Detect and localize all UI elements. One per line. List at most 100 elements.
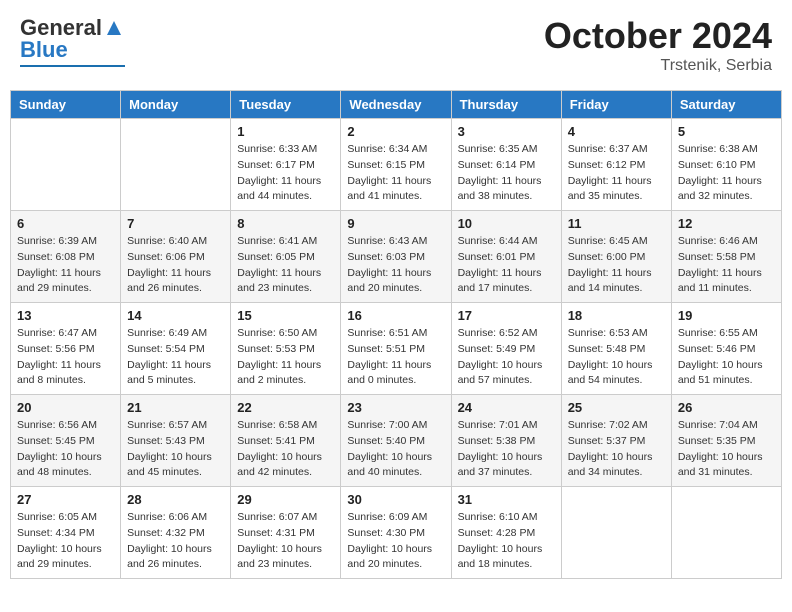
table-row: 17 Sunrise: 6:52 AMSunset: 5:49 PMDaylig… xyxy=(451,303,561,395)
day-info: Sunrise: 6:52 AMSunset: 5:49 PMDaylight:… xyxy=(458,326,555,389)
table-row: 31 Sunrise: 6:10 AMSunset: 4:28 PMDaylig… xyxy=(451,487,561,579)
day-number: 6 xyxy=(17,216,114,231)
day-number: 12 xyxy=(678,216,775,231)
month-title: October 2024 xyxy=(544,15,772,57)
day-number: 24 xyxy=(458,400,555,415)
day-info: Sunrise: 6:49 AMSunset: 5:54 PMDaylight:… xyxy=(127,326,224,389)
day-info: Sunrise: 6:57 AMSunset: 5:43 PMDaylight:… xyxy=(127,418,224,481)
header-thursday: Thursday xyxy=(451,91,561,119)
day-number: 9 xyxy=(347,216,444,231)
day-number: 31 xyxy=(458,492,555,507)
day-number: 11 xyxy=(568,216,665,231)
day-number: 1 xyxy=(237,124,334,139)
table-row xyxy=(11,119,121,211)
header-wednesday: Wednesday xyxy=(341,91,451,119)
table-row: 25 Sunrise: 7:02 AMSunset: 5:37 PMDaylig… xyxy=(561,395,671,487)
day-number: 30 xyxy=(347,492,444,507)
table-row: 29 Sunrise: 6:07 AMSunset: 4:31 PMDaylig… xyxy=(231,487,341,579)
day-number: 25 xyxy=(568,400,665,415)
title-section: October 2024 Trstenik, Serbia xyxy=(544,15,772,75)
day-number: 16 xyxy=(347,308,444,323)
day-number: 17 xyxy=(458,308,555,323)
table-row xyxy=(561,487,671,579)
day-info: Sunrise: 6:07 AMSunset: 4:31 PMDaylight:… xyxy=(237,510,334,573)
day-number: 15 xyxy=(237,308,334,323)
table-row: 13 Sunrise: 6:47 AMSunset: 5:56 PMDaylig… xyxy=(11,303,121,395)
table-row: 26 Sunrise: 7:04 AMSunset: 5:35 PMDaylig… xyxy=(671,395,781,487)
day-info: Sunrise: 6:58 AMSunset: 5:41 PMDaylight:… xyxy=(237,418,334,481)
day-number: 18 xyxy=(568,308,665,323)
day-info: Sunrise: 7:04 AMSunset: 5:35 PMDaylight:… xyxy=(678,418,775,481)
table-row: 1 Sunrise: 6:33 AMSunset: 6:17 PMDayligh… xyxy=(231,119,341,211)
day-info: Sunrise: 6:41 AMSunset: 6:05 PMDaylight:… xyxy=(237,234,334,297)
table-row: 27 Sunrise: 6:05 AMSunset: 4:34 PMDaylig… xyxy=(11,487,121,579)
day-number: 13 xyxy=(17,308,114,323)
calendar-header-row: Sunday Monday Tuesday Wednesday Thursday… xyxy=(11,91,782,119)
day-number: 20 xyxy=(17,400,114,415)
calendar-week-5: 27 Sunrise: 6:05 AMSunset: 4:34 PMDaylig… xyxy=(11,487,782,579)
table-row: 28 Sunrise: 6:06 AMSunset: 4:32 PMDaylig… xyxy=(121,487,231,579)
day-info: Sunrise: 6:47 AMSunset: 5:56 PMDaylight:… xyxy=(17,326,114,389)
day-number: 5 xyxy=(678,124,775,139)
table-row: 21 Sunrise: 6:57 AMSunset: 5:43 PMDaylig… xyxy=(121,395,231,487)
header-sunday: Sunday xyxy=(11,91,121,119)
table-row: 14 Sunrise: 6:49 AMSunset: 5:54 PMDaylig… xyxy=(121,303,231,395)
table-row: 16 Sunrise: 6:51 AMSunset: 5:51 PMDaylig… xyxy=(341,303,451,395)
day-info: Sunrise: 6:34 AMSunset: 6:15 PMDaylight:… xyxy=(347,142,444,205)
logo-text-blue: Blue xyxy=(20,37,68,63)
table-row: 19 Sunrise: 6:55 AMSunset: 5:46 PMDaylig… xyxy=(671,303,781,395)
calendar-week-2: 6 Sunrise: 6:39 AMSunset: 6:08 PMDayligh… xyxy=(11,211,782,303)
day-info: Sunrise: 6:51 AMSunset: 5:51 PMDaylight:… xyxy=(347,326,444,389)
table-row: 2 Sunrise: 6:34 AMSunset: 6:15 PMDayligh… xyxy=(341,119,451,211)
location-subtitle: Trstenik, Serbia xyxy=(544,57,772,75)
day-info: Sunrise: 6:39 AMSunset: 6:08 PMDaylight:… xyxy=(17,234,114,297)
table-row: 18 Sunrise: 6:53 AMSunset: 5:48 PMDaylig… xyxy=(561,303,671,395)
day-number: 29 xyxy=(237,492,334,507)
logo-underline xyxy=(20,65,125,67)
day-info: Sunrise: 7:02 AMSunset: 5:37 PMDaylight:… xyxy=(568,418,665,481)
table-row: 4 Sunrise: 6:37 AMSunset: 6:12 PMDayligh… xyxy=(561,119,671,211)
day-info: Sunrise: 6:35 AMSunset: 6:14 PMDaylight:… xyxy=(458,142,555,205)
logo-triangle-icon xyxy=(103,17,125,39)
header-saturday: Saturday xyxy=(671,91,781,119)
day-number: 4 xyxy=(568,124,665,139)
table-row: 8 Sunrise: 6:41 AMSunset: 6:05 PMDayligh… xyxy=(231,211,341,303)
day-info: Sunrise: 6:43 AMSunset: 6:03 PMDaylight:… xyxy=(347,234,444,297)
calendar-week-1: 1 Sunrise: 6:33 AMSunset: 6:17 PMDayligh… xyxy=(11,119,782,211)
day-info: Sunrise: 7:01 AMSunset: 5:38 PMDaylight:… xyxy=(458,418,555,481)
day-number: 23 xyxy=(347,400,444,415)
day-info: Sunrise: 6:38 AMSunset: 6:10 PMDaylight:… xyxy=(678,142,775,205)
day-info: Sunrise: 6:33 AMSunset: 6:17 PMDaylight:… xyxy=(237,142,334,205)
table-row: 3 Sunrise: 6:35 AMSunset: 6:14 PMDayligh… xyxy=(451,119,561,211)
table-row: 23 Sunrise: 7:00 AMSunset: 5:40 PMDaylig… xyxy=(341,395,451,487)
table-row: 10 Sunrise: 6:44 AMSunset: 6:01 PMDaylig… xyxy=(451,211,561,303)
day-info: Sunrise: 6:10 AMSunset: 4:28 PMDaylight:… xyxy=(458,510,555,573)
table-row: 22 Sunrise: 6:58 AMSunset: 5:41 PMDaylig… xyxy=(231,395,341,487)
day-info: Sunrise: 6:44 AMSunset: 6:01 PMDaylight:… xyxy=(458,234,555,297)
day-number: 3 xyxy=(458,124,555,139)
header-tuesday: Tuesday xyxy=(231,91,341,119)
day-info: Sunrise: 6:09 AMSunset: 4:30 PMDaylight:… xyxy=(347,510,444,573)
page-header: General Blue October 2024 Trstenik, Serb… xyxy=(10,10,782,80)
day-info: Sunrise: 6:55 AMSunset: 5:46 PMDaylight:… xyxy=(678,326,775,389)
table-row: 11 Sunrise: 6:45 AMSunset: 6:00 PMDaylig… xyxy=(561,211,671,303)
table-row: 30 Sunrise: 6:09 AMSunset: 4:30 PMDaylig… xyxy=(341,487,451,579)
day-info: Sunrise: 6:05 AMSunset: 4:34 PMDaylight:… xyxy=(17,510,114,573)
header-monday: Monday xyxy=(121,91,231,119)
day-info: Sunrise: 6:53 AMSunset: 5:48 PMDaylight:… xyxy=(568,326,665,389)
calendar-week-3: 13 Sunrise: 6:47 AMSunset: 5:56 PMDaylig… xyxy=(11,303,782,395)
day-number: 14 xyxy=(127,308,224,323)
table-row: 9 Sunrise: 6:43 AMSunset: 6:03 PMDayligh… xyxy=(341,211,451,303)
day-info: Sunrise: 6:06 AMSunset: 4:32 PMDaylight:… xyxy=(127,510,224,573)
day-info: Sunrise: 6:50 AMSunset: 5:53 PMDaylight:… xyxy=(237,326,334,389)
day-info: Sunrise: 6:45 AMSunset: 6:00 PMDaylight:… xyxy=(568,234,665,297)
day-number: 27 xyxy=(17,492,114,507)
calendar-table: Sunday Monday Tuesday Wednesday Thursday… xyxy=(10,90,782,579)
day-info: Sunrise: 7:00 AMSunset: 5:40 PMDaylight:… xyxy=(347,418,444,481)
day-number: 2 xyxy=(347,124,444,139)
day-number: 28 xyxy=(127,492,224,507)
table-row: 20 Sunrise: 6:56 AMSunset: 5:45 PMDaylig… xyxy=(11,395,121,487)
table-row xyxy=(671,487,781,579)
table-row: 7 Sunrise: 6:40 AMSunset: 6:06 PMDayligh… xyxy=(121,211,231,303)
table-row: 24 Sunrise: 7:01 AMSunset: 5:38 PMDaylig… xyxy=(451,395,561,487)
